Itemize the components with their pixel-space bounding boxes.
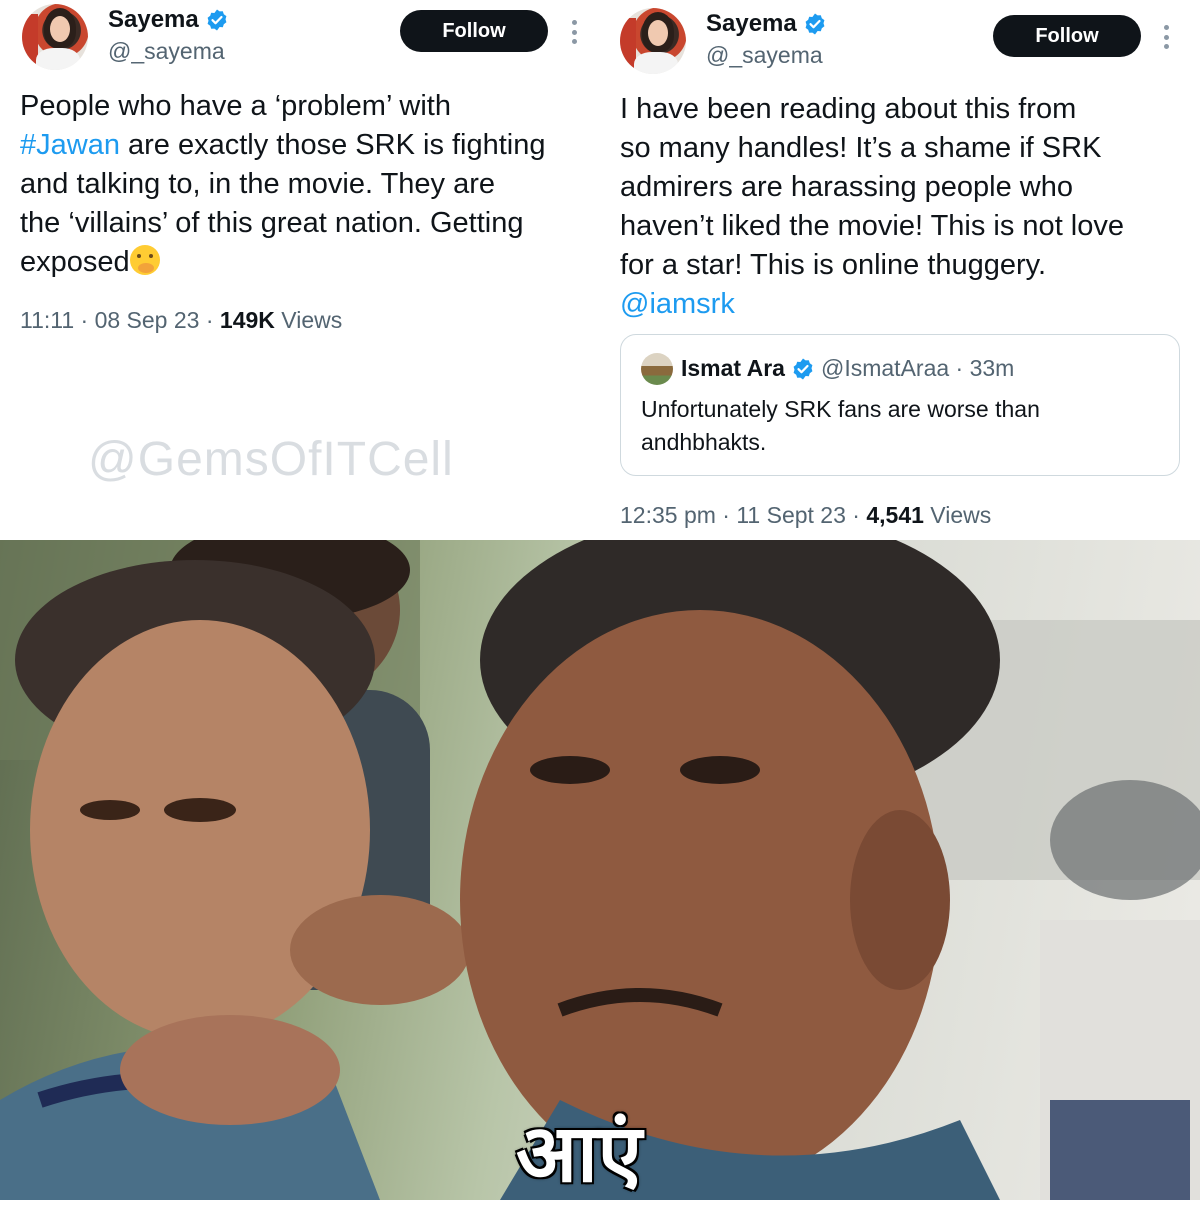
avatar[interactable]	[22, 4, 88, 70]
verified-badge-icon	[207, 9, 227, 31]
author-name[interactable]: Sayema	[108, 6, 229, 34]
follow-button[interactable]: Follow	[400, 10, 548, 52]
author-name-text: Sayema	[706, 10, 797, 37]
more-options-icon[interactable]	[1164, 25, 1170, 49]
tweet-meta: 11:11 · 08 Sep 23 · 149K Views	[20, 307, 343, 333]
author-handle[interactable]: @_sayema	[108, 38, 225, 65]
tweet-text: I have been reading about this from so m…	[620, 90, 1190, 324]
verified-badge-icon	[793, 358, 813, 379]
views-count: 4,541	[866, 502, 924, 528]
quoted-tweet[interactable]: Ismat Ara @IsmatAraa · 33m Unfortunately…	[620, 334, 1180, 476]
follow-button[interactable]: Follow	[993, 15, 1141, 57]
tweet-left: Sayema @_sayema Follow People who have a…	[0, 0, 600, 540]
meme-caption: आएं	[516, 1107, 642, 1200]
mention-link[interactable]: @iamsrk	[620, 285, 1190, 324]
avatar[interactable]	[620, 8, 686, 74]
watermark: @GemsOfITCell	[88, 433, 454, 486]
more-options-icon[interactable]	[572, 20, 578, 44]
hand-over-mouth-emoji-icon	[129, 245, 160, 275]
quoted-author: Ismat Ara @IsmatAraa · 33m	[681, 355, 1015, 381]
verified-badge-icon	[805, 13, 825, 35]
timestamp[interactable]: 12:35 pm · 11 Sept 23 ·	[620, 502, 866, 528]
timestamp[interactable]: 11:11 · 08 Sep 23 ·	[20, 307, 220, 333]
quoted-text: Unfortunately SRK fans are worse than an…	[641, 396, 1040, 455]
author-handle[interactable]: @_sayema	[706, 42, 823, 69]
views-count: 149K	[219, 307, 275, 333]
quoted-handle-time: @IsmatAraa · 33m	[820, 355, 1015, 381]
quoted-avatar	[641, 353, 673, 385]
author-name[interactable]: Sayema	[706, 10, 827, 38]
tweet-meta: 12:35 pm · 11 Sept 23 · 4,541 Views	[620, 502, 992, 528]
hashtag-link[interactable]: #Jawan	[20, 129, 120, 161]
author-name-text: Sayema	[108, 6, 199, 33]
tweet-text: People who have a ‘problem’ with #Jawan …	[20, 90, 546, 278]
